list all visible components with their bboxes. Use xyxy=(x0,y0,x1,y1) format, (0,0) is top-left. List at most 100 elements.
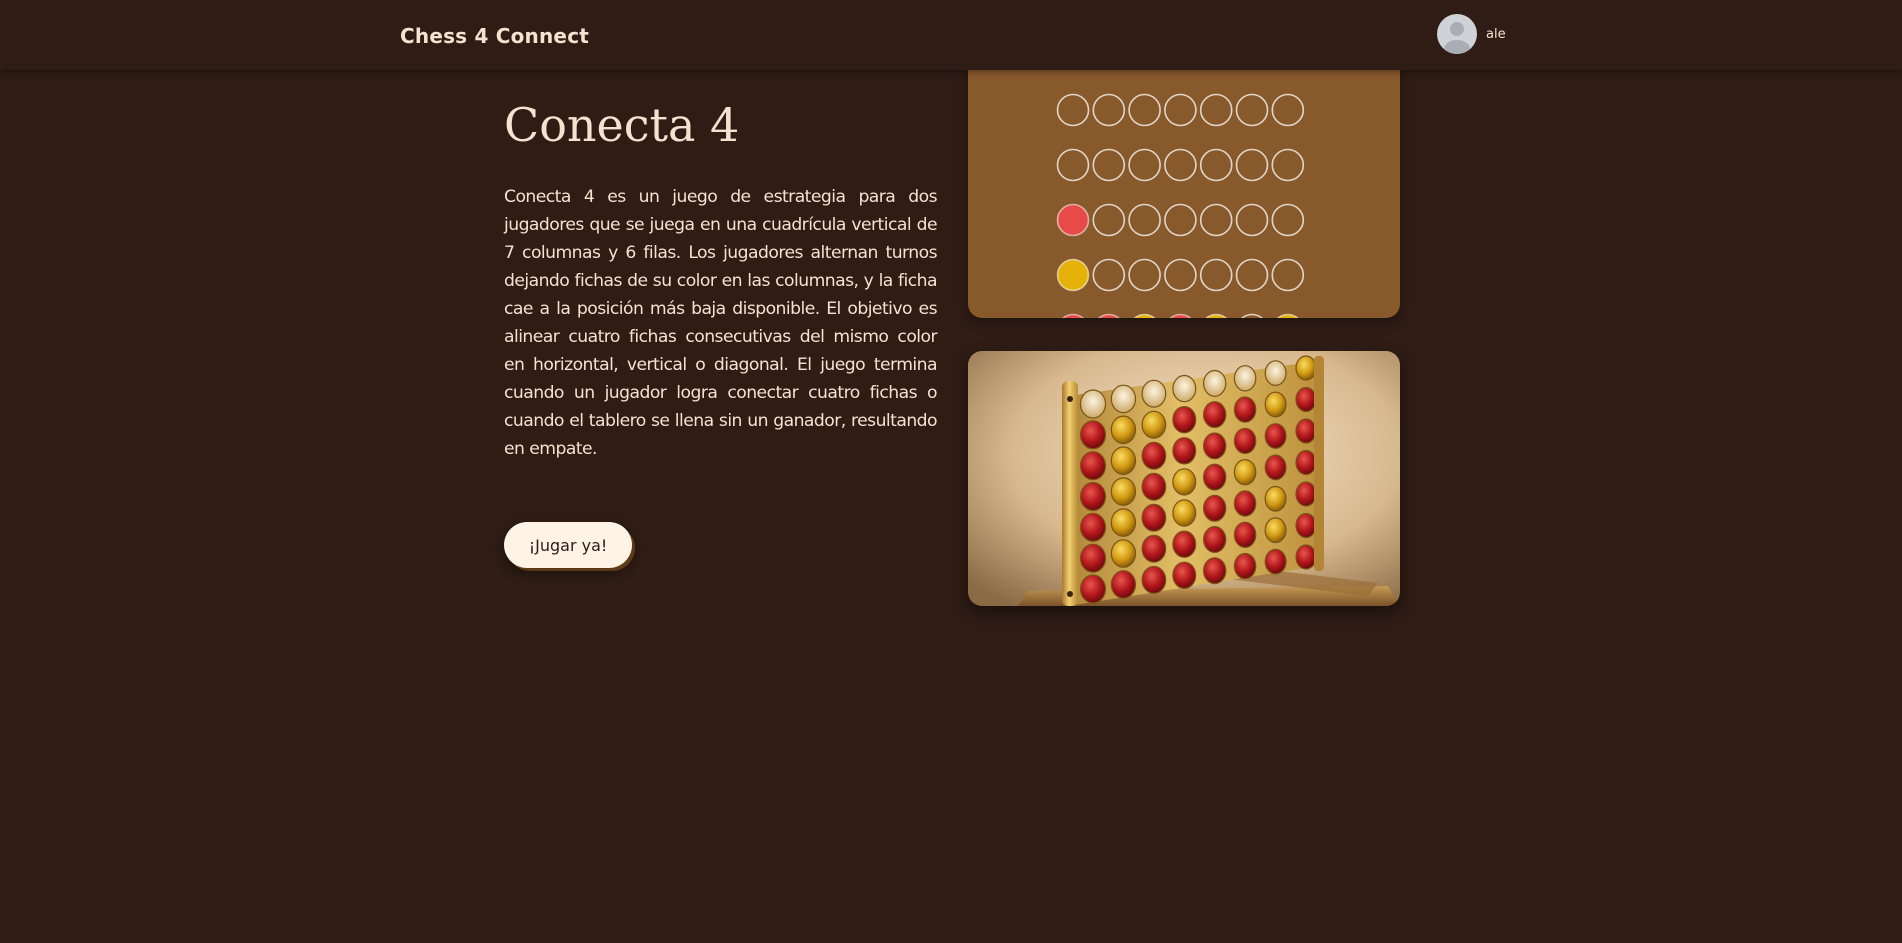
top-navbar: Chess 4 Connect ale xyxy=(0,0,1902,70)
board-cell-empty[interactable] xyxy=(1128,258,1161,292)
board-cell-empty[interactable] xyxy=(1092,148,1126,182)
photo-piece-red xyxy=(1079,574,1107,604)
photo-piece-yellow xyxy=(1264,517,1287,544)
board-cell-empty[interactable] xyxy=(1164,148,1197,182)
photo-piece-red xyxy=(1233,396,1257,423)
photo-piece-red xyxy=(1295,418,1317,444)
interactive-board-preview xyxy=(968,68,1400,318)
photo-hole-empty xyxy=(1141,379,1167,408)
photo-piece-red xyxy=(1233,490,1257,517)
brand-logo-text[interactable]: Chess 4 Connect xyxy=(400,24,589,48)
photo-piece-red xyxy=(1141,472,1167,501)
board-cell-empty[interactable] xyxy=(1164,258,1197,292)
photo-piece-red xyxy=(1233,552,1257,580)
photo-piece-red xyxy=(1172,405,1197,434)
photo-piece-red xyxy=(1141,441,1167,470)
photo-piece-red xyxy=(1295,449,1317,476)
play-now-button[interactable]: ¡Jugar ya! xyxy=(504,522,632,568)
photo-piece-yellow xyxy=(1110,446,1137,475)
photo-piece-red xyxy=(1079,420,1107,450)
photo-piece-red xyxy=(1295,544,1317,570)
photo-piece-yellow xyxy=(1110,539,1137,568)
connect-four-photo xyxy=(968,351,1400,606)
board-cell-empty[interactable] xyxy=(1271,258,1305,292)
board-cell-empty[interactable] xyxy=(1235,258,1269,292)
photo-piece-yellow xyxy=(1110,415,1137,445)
photo-piece-red xyxy=(1079,543,1107,573)
board-cell-empty[interactable] xyxy=(1056,93,1090,127)
board-cell-empty[interactable] xyxy=(1092,258,1126,292)
board-cell-red[interactable] xyxy=(1093,313,1124,319)
photo-hole-empty xyxy=(1202,369,1227,397)
board-cell-empty[interactable] xyxy=(1199,258,1233,292)
photo-piece-red xyxy=(1233,521,1257,548)
photo-piece-red xyxy=(1141,565,1167,594)
board-cell-empty[interactable] xyxy=(1199,203,1233,237)
connect-four-illustration xyxy=(968,351,1400,606)
board-cell-empty[interactable] xyxy=(1235,203,1269,237)
board-cell-empty[interactable] xyxy=(1128,148,1161,182)
photo-piece-red xyxy=(1202,557,1227,585)
connect-four-board xyxy=(1056,93,1305,319)
photo-piece-yellow xyxy=(1233,458,1257,486)
board-cell-red[interactable] xyxy=(1058,313,1089,319)
board-cell-empty[interactable] xyxy=(1271,148,1305,182)
board-cell-empty[interactable] xyxy=(1199,148,1233,182)
photo-piece-red xyxy=(1172,530,1197,558)
board-cell-yellow[interactable] xyxy=(1129,313,1160,319)
photo-piece-yellow xyxy=(1141,410,1167,439)
board-cell-yellow[interactable] xyxy=(1201,313,1232,319)
photo-piece-red xyxy=(1079,451,1107,481)
photo-piece-red xyxy=(1202,494,1227,522)
board-cell-empty[interactable] xyxy=(1235,93,1269,127)
game-description: Conecta 4 es un juego de estrategia para… xyxy=(504,187,938,459)
photo-piece-red xyxy=(1172,437,1197,465)
board-cell-yellow[interactable] xyxy=(1056,258,1090,292)
board-cell-empty[interactable] xyxy=(1128,203,1161,237)
photo-piece-red xyxy=(1295,512,1317,539)
user-avatar-icon[interactable] xyxy=(1437,14,1477,54)
photo-piece-red xyxy=(1141,503,1167,532)
board-cell-red[interactable] xyxy=(1165,313,1196,319)
board-cell-empty[interactable] xyxy=(1237,313,1268,319)
photo-piece-yellow xyxy=(1172,499,1197,527)
photo-piece-red xyxy=(1202,526,1227,554)
board-cell-red[interactable] xyxy=(1056,203,1090,237)
board-cell-empty[interactable] xyxy=(1092,203,1126,237)
photo-hole-empty xyxy=(1233,365,1257,392)
photo-piece-yellow xyxy=(1110,477,1137,506)
board-cell-empty[interactable] xyxy=(1271,203,1305,237)
board-cell-empty[interactable] xyxy=(1128,93,1161,127)
photo-hole-empty xyxy=(1172,374,1197,403)
photo-hole-empty xyxy=(1079,389,1107,419)
board-cell-empty[interactable] xyxy=(1164,93,1197,127)
photo-piece-red xyxy=(1264,454,1287,481)
username-label[interactable]: ale xyxy=(1486,27,1506,42)
board-cell-empty[interactable] xyxy=(1271,93,1305,127)
photo-piece-yellow xyxy=(1110,508,1137,537)
photo-piece-red xyxy=(1295,386,1317,413)
photo-piece-red xyxy=(1202,463,1227,491)
photo-piece-red xyxy=(1233,427,1257,455)
photo-hole-empty xyxy=(1110,384,1137,414)
photo-piece-red xyxy=(1264,548,1287,575)
board-cell-empty[interactable] xyxy=(1164,203,1197,237)
photo-hole-empty xyxy=(1264,360,1287,387)
photo-piece-red xyxy=(1202,432,1227,460)
photo-piece-yellow xyxy=(1264,391,1287,418)
user-menu[interactable]: ale xyxy=(1437,14,1506,54)
photo-piece-red xyxy=(1141,534,1167,563)
photo-piece-red xyxy=(1264,423,1287,449)
board-cell-yellow[interactable] xyxy=(1272,313,1303,319)
photo-piece-yellow xyxy=(1295,355,1317,381)
photo-piece-red xyxy=(1172,561,1197,589)
board-cell-empty[interactable] xyxy=(1199,93,1233,127)
photo-piece-red xyxy=(1295,481,1317,507)
photo-piece-yellow xyxy=(1264,485,1287,512)
board-cell-empty[interactable] xyxy=(1092,93,1126,127)
photo-piece-red xyxy=(1202,401,1227,429)
hero-section: Conecta 4 Conecta 4 es un juego de estra… xyxy=(504,95,938,480)
board-cell-empty[interactable] xyxy=(1056,148,1090,182)
photo-piece-yellow xyxy=(1172,468,1197,496)
board-cell-empty[interactable] xyxy=(1235,148,1269,182)
